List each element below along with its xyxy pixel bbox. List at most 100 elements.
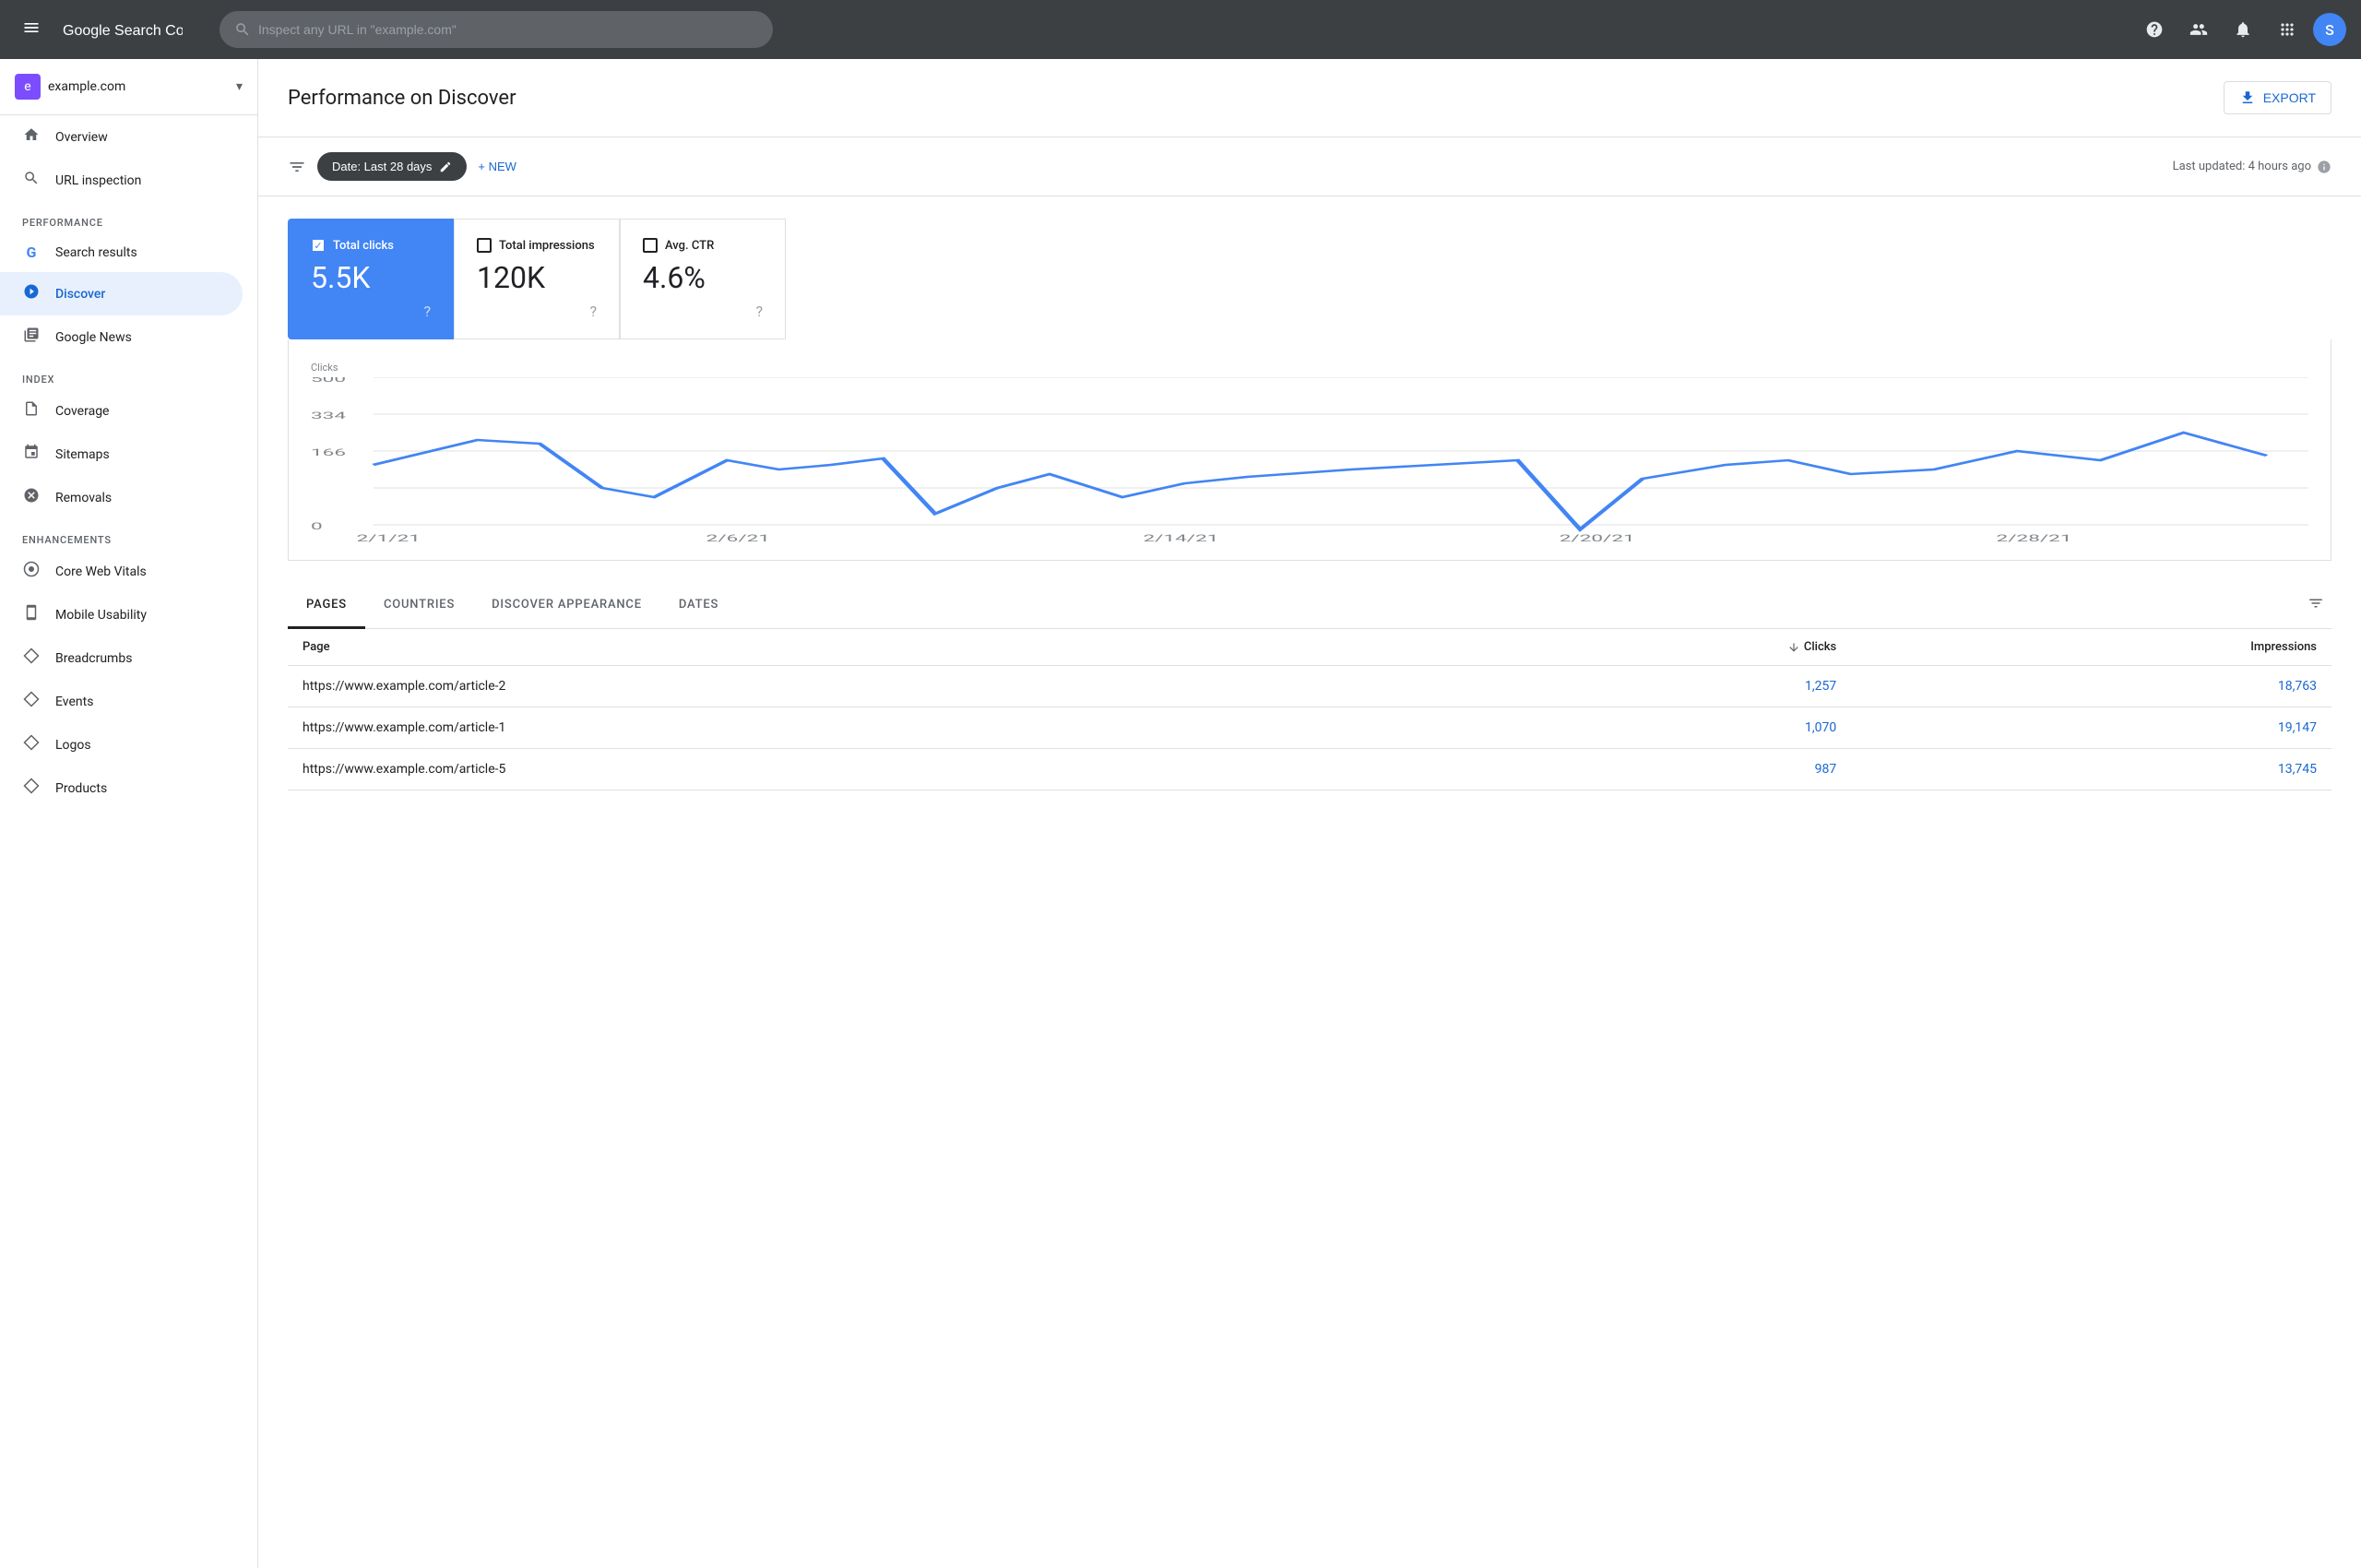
metrics-row: ✓ Total clicks 5.5K ? Total impressions … [258,196,2361,339]
sidebar-label-logos: Logos [55,738,91,753]
table-header-row: Page Clicks Impressions [288,629,2331,666]
metric-checkbox-ctr [643,238,658,253]
sidebar-label-mobile: Mobile Usability [55,608,147,623]
table-body: https://www.example.com/article-2 1,257 … [288,666,2331,790]
filter-icon[interactable] [288,158,306,176]
sidebar-item-url-inspection[interactable]: URL inspection [0,159,243,202]
svg-text:500: 500 [311,377,346,385]
user-avatar[interactable]: S [2313,13,2346,46]
home-icon [22,126,41,148]
tab-countries[interactable]: COUNTRIES [365,583,473,629]
svg-text:166: 166 [311,447,346,457]
cell-impressions-3[interactable]: 13,745 [1851,749,2331,790]
svg-text:334: 334 [311,410,346,421]
metric-info-icon-ctr: ? [755,303,763,320]
col-impressions: Impressions [1851,629,2331,666]
sidebar-label-coverage: Coverage [55,404,109,419]
date-filter-label: Date: Last 28 days [332,160,432,173]
mobile-icon [22,604,41,625]
tab-pages[interactable]: PAGES [288,583,365,629]
metric-value-ctr: 4.6% [643,260,763,295]
topbar-actions: S [2136,11,2346,48]
users-icon[interactable] [2180,11,2217,48]
export-button[interactable]: EXPORT [2224,81,2331,114]
events-icon [22,691,41,712]
metric-label-impressions: Total impressions [499,239,595,253]
sidebar-item-coverage[interactable]: Coverage [0,389,243,433]
notifications-icon[interactable] [2225,11,2261,48]
property-selector[interactable]: e example.com ▾ [0,59,257,115]
help-button[interactable] [2136,11,2173,48]
url-search-input[interactable] [251,22,758,37]
coverage-icon [22,400,41,422]
metric-checkbox-clicks: ✓ [311,238,326,253]
tab-discover-appearance[interactable]: DISCOVER APPEARANCE [473,583,660,629]
table-filter-icon[interactable] [2300,588,2331,624]
tabs-header: PAGES COUNTRIES DISCOVER APPEARANCE DATE… [288,583,2331,629]
sidebar-item-core-web-vitals[interactable]: Core Web Vitals [0,550,243,593]
cell-clicks-1[interactable]: 1,257 [1456,666,1852,707]
cell-clicks-2[interactable]: 1,070 [1456,707,1852,749]
cell-impressions-1[interactable]: 18,763 [1851,666,2331,707]
cell-page-1: https://www.example.com/article-2 [288,666,1456,707]
filter-bar: Date: Last 28 days + NEW Last updated: 4… [258,137,2361,196]
sidebar-label-events: Events [55,695,93,709]
sidebar-item-sitemaps[interactable]: Sitemaps [0,433,243,476]
sidebar-item-discover[interactable]: Discover [0,272,243,315]
metric-header-clicks: ✓ Total clicks [311,238,431,253]
last-updated: Last updated: 4 hours ago [2173,160,2331,174]
cell-impressions-2[interactable]: 19,147 [1851,707,2331,749]
metric-footer-ctr: ? [643,303,763,320]
metric-header-ctr: Avg. CTR [643,238,763,253]
cell-page-2: https://www.example.com/article-1 [288,707,1456,749]
sidebar-label-discover: Discover [55,287,105,302]
col-page: Page [288,629,1456,666]
apps-icon[interactable] [2269,11,2306,48]
new-label: + NEW [478,160,516,173]
cwv-icon [22,561,41,582]
tab-dates[interactable]: DATES [660,583,737,629]
new-filter-button[interactable]: + NEW [478,160,516,173]
info-icon [2317,160,2331,174]
metric-total-impressions[interactable]: Total impressions 120K ? [454,219,620,339]
section-label-enhancements: Enhancements [0,519,257,550]
metric-avg-ctr[interactable]: Avg. CTR 4.6% ? [620,219,786,339]
sidebar-label-overview: Overview [55,130,108,145]
export-label: EXPORT [2263,90,2316,105]
sidebar-label-cwv: Core Web Vitals [55,564,147,579]
svg-text:Google Search Console: Google Search Console [63,23,183,39]
discover-icon [22,283,41,304]
sidebar-label-url-inspection: URL inspection [55,173,141,188]
sidebar-item-google-news[interactable]: Google News [0,315,243,359]
section-label-performance: Performance [0,202,257,232]
search-icon [22,170,41,191]
sidebar-item-breadcrumbs[interactable]: Breadcrumbs [0,636,243,680]
sidebar-item-overview[interactable]: Overview [0,115,243,159]
col-clicks[interactable]: Clicks [1456,629,1852,666]
sidebar-item-removals[interactable]: Removals [0,476,243,519]
chart-svg: 500 334 166 0 2/1/21 2/6/21 2/14/21 2/20… [311,377,2308,543]
sidebar-item-search-results[interactable]: G Search results [0,232,243,272]
sidebar-item-logos[interactable]: Logos [0,723,243,766]
products-icon [22,778,41,799]
metric-footer-clicks: ? [311,303,431,320]
sidebar-item-mobile-usability[interactable]: Mobile Usability [0,593,243,636]
date-filter-button[interactable]: Date: Last 28 days [317,152,467,181]
topbar-search-bar [219,11,773,48]
cell-clicks-3[interactable]: 987 [1456,749,1852,790]
property-icon: e [15,74,41,100]
chart-container: Clicks 500 334 166 0 2/1/21 [258,339,2361,583]
sidebar-item-products[interactable]: Products [0,766,243,810]
menu-icon[interactable] [15,11,48,49]
svg-text:2/1/21: 2/1/21 [357,533,421,543]
svg-text:2/14/21: 2/14/21 [1144,533,1219,543]
page-header: Performance on Discover EXPORT [258,59,2361,137]
sidebar-label-removals: Removals [55,491,112,505]
chart-y-label: Clicks [311,362,2308,374]
removals-icon [22,487,41,508]
logos-icon [22,734,41,755]
metric-total-clicks[interactable]: ✓ Total clicks 5.5K ? [288,219,454,339]
sidebar-item-events[interactable]: Events [0,680,243,723]
svg-text:2/20/21: 2/20/21 [1560,533,1635,543]
topbar: Google Search Console S [0,0,2361,59]
